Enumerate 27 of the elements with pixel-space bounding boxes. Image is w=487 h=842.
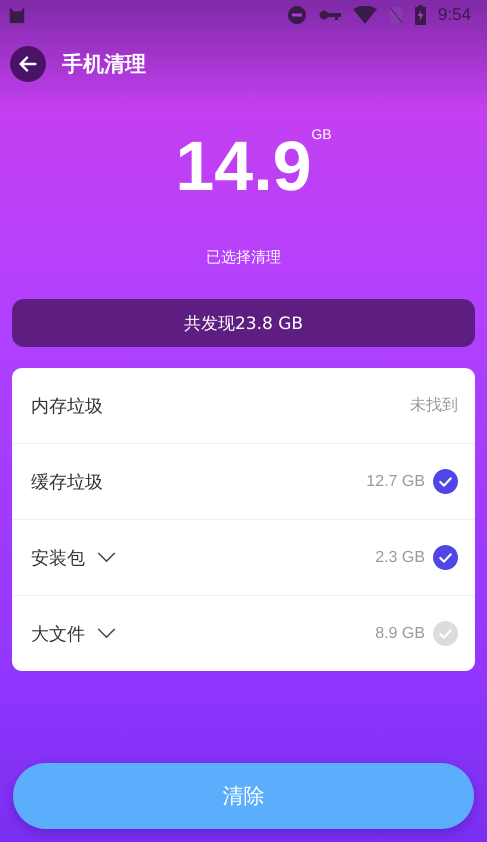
page-title: 手机清理 xyxy=(62,51,146,78)
chevron-down-icon[interactable] xyxy=(97,628,116,639)
size-text: 8.9 GB xyxy=(375,624,425,642)
found-total-bar: 共发现23.8 GB xyxy=(12,299,475,347)
selected-size: 14.9 xyxy=(175,127,312,205)
selected-caption: 已选择清理 xyxy=(206,248,281,267)
key-icon xyxy=(318,9,341,21)
size-text: 12.7 GB xyxy=(366,472,425,490)
no-sim-icon xyxy=(388,6,403,24)
category-label: 安装包 xyxy=(31,546,85,570)
cat-icon xyxy=(8,5,26,25)
checkbox[interactable] xyxy=(433,545,458,570)
do-not-disturb-icon xyxy=(286,5,307,25)
battery-icon xyxy=(414,5,426,25)
size-unit: GB xyxy=(311,126,332,142)
chevron-down-icon[interactable] xyxy=(97,552,116,563)
category-label: 大文件 xyxy=(31,622,85,646)
status-time: 9:54 xyxy=(438,5,471,25)
checkbox[interactable] xyxy=(433,469,458,494)
checkbox[interactable] xyxy=(433,621,458,646)
size-text: 2.3 GB xyxy=(375,548,425,566)
status-text: 未找到 xyxy=(410,396,458,416)
wifi-icon xyxy=(352,6,377,24)
clean-button[interactable]: 清除 xyxy=(13,763,474,829)
back-button[interactable] xyxy=(10,46,46,82)
category-label: 内存垃圾 xyxy=(31,394,103,418)
category-label: 缓存垃圾 xyxy=(31,470,103,494)
